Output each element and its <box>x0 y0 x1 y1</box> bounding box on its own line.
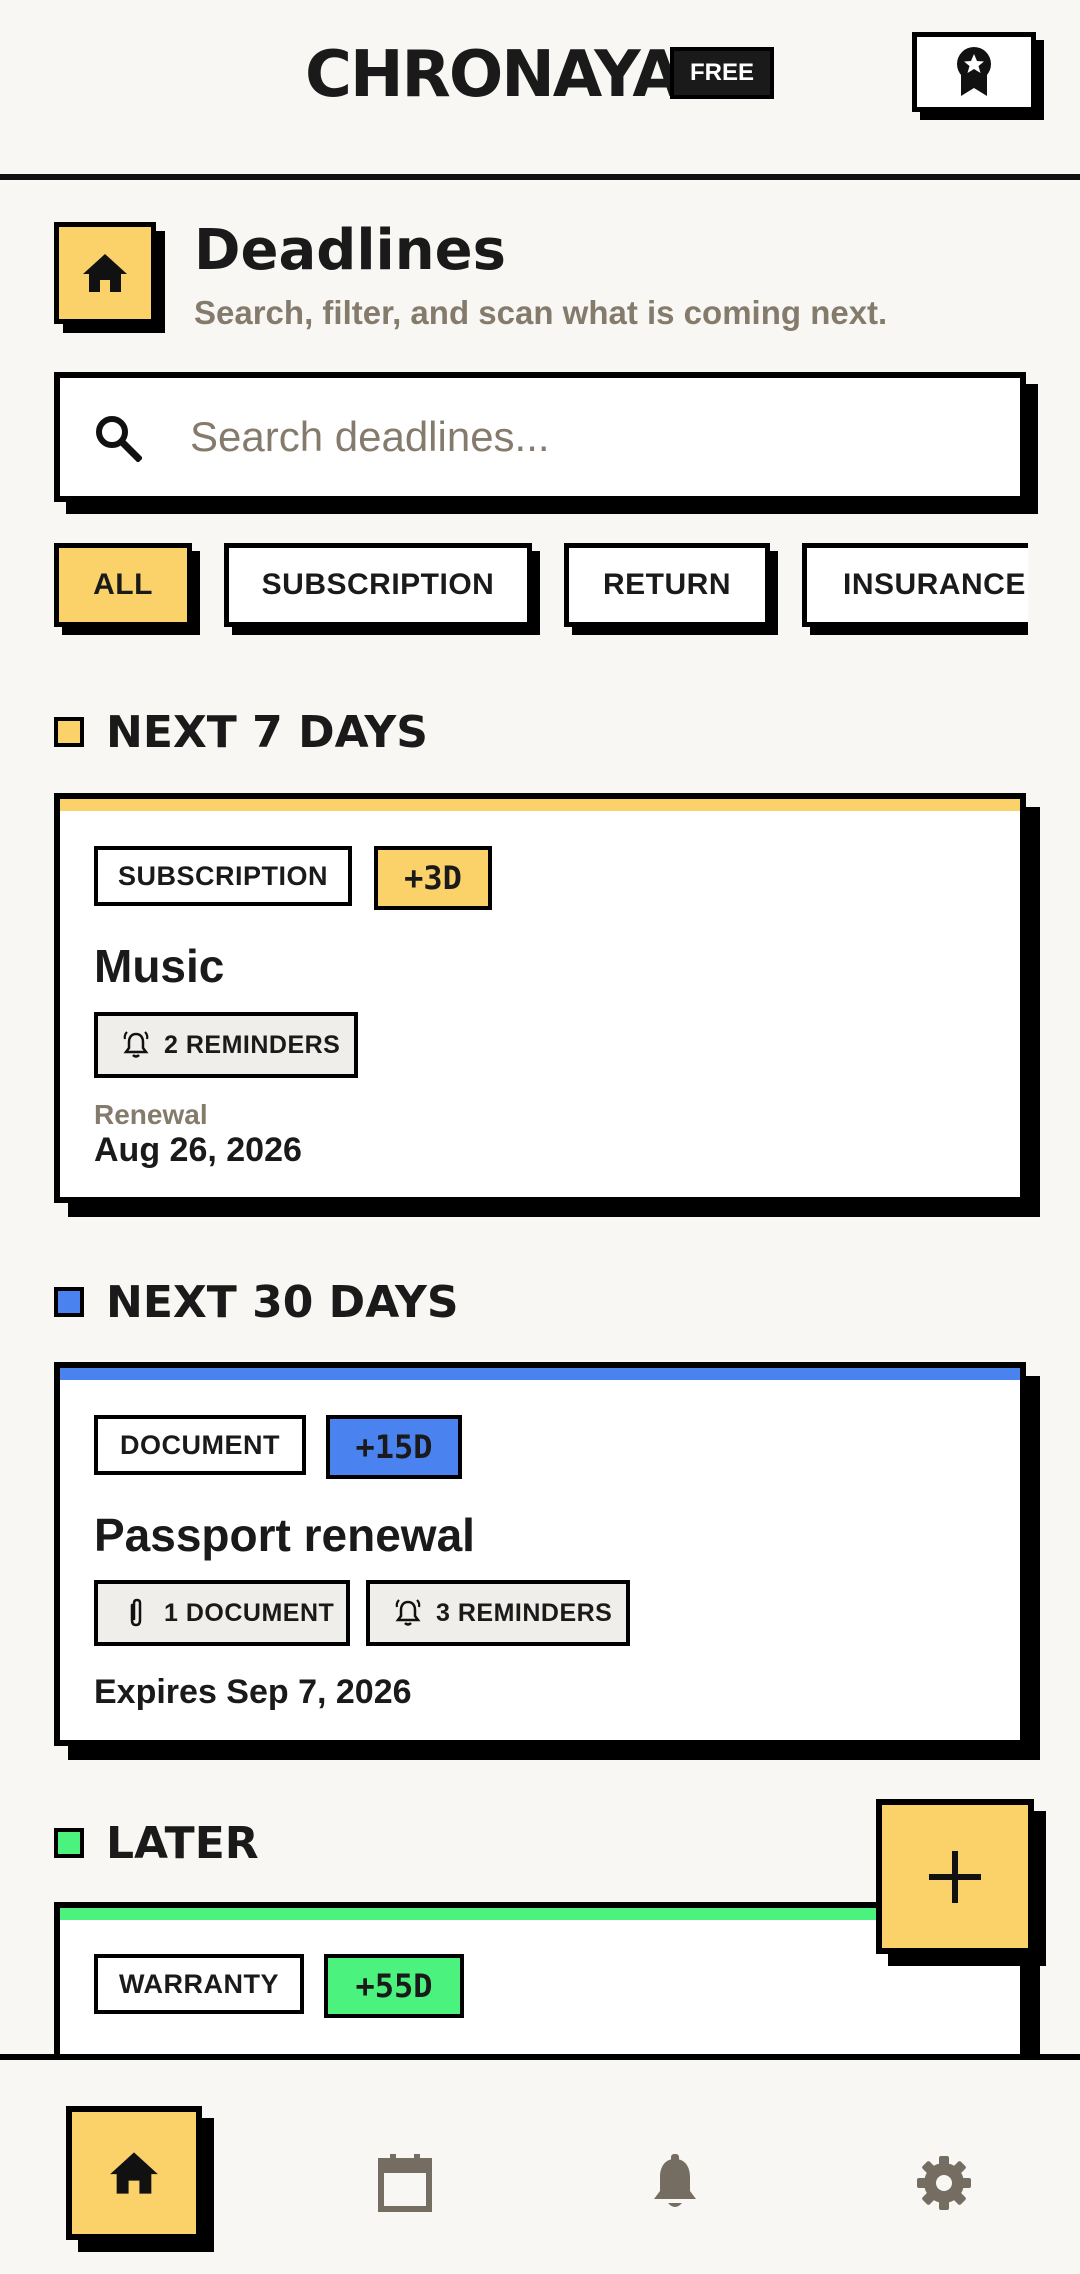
card-color-strip <box>60 1368 1020 1380</box>
calendar-icon <box>378 2154 432 2212</box>
filter-chip-subscription[interactable]: SUBSCRIPTION <box>224 543 532 627</box>
gear-icon <box>917 2156 971 2210</box>
nav-settings[interactable] <box>904 2143 984 2223</box>
search-bar[interactable]: Search deadlines... <box>54 372 1026 502</box>
bell-icon <box>654 2154 696 2207</box>
paperclip-icon <box>120 1597 152 1629</box>
documents-chip: 1 DOCUMENT <box>94 1580 350 1646</box>
category-tag: WARRANTY <box>94 1954 304 2014</box>
award-button[interactable] <box>912 32 1036 112</box>
nav-calendar[interactable] <box>365 2143 445 2223</box>
due-date: Aug 26, 2026 <box>94 1131 302 1169</box>
home-icon <box>110 2152 158 2194</box>
filter-chip-return[interactable]: RETURN <box>564 543 770 627</box>
bell-ring-icon <box>392 1597 424 1629</box>
expiry-date: Expires Sep 7, 2026 <box>94 1673 412 1711</box>
category-tag: SUBSCRIPTION <box>94 846 352 906</box>
section-header-next-7-days: NEXT 7 DAYS <box>54 706 428 758</box>
plus-icon <box>929 1850 981 1903</box>
reminders-text: 2 REMINDERS <box>164 1030 341 1059</box>
reminders-text: 3 REMINDERS <box>436 1598 613 1627</box>
documents-text: 1 DOCUMENT <box>164 1598 335 1627</box>
section-title: NEXT 30 DAYS <box>106 1276 459 1328</box>
search-icon <box>92 411 144 463</box>
reminders-chip: 2 REMINDERS <box>94 1012 358 1078</box>
add-deadline-button[interactable] <box>876 1799 1034 1954</box>
home-icon <box>83 254 127 292</box>
section-color-marker <box>54 1828 84 1858</box>
due-badge: +55D <box>324 1954 464 2018</box>
nav-notifications[interactable] <box>635 2143 715 2223</box>
card-title: Passport renewal <box>94 1509 475 1561</box>
filter-chip-insurance[interactable]: INSURANCE <box>802 543 1028 627</box>
card-color-strip <box>60 799 1020 811</box>
nav-home[interactable] <box>66 2106 202 2240</box>
card-title: Music <box>94 940 225 992</box>
page-subtitle: Search, filter, and scan what is coming … <box>194 294 888 331</box>
reminders-chip: 3 REMINDERS <box>366 1580 630 1646</box>
section-header-next-30-days: NEXT 30 DAYS <box>54 1276 459 1328</box>
section-color-marker <box>54 717 84 747</box>
category-tag: DOCUMENT <box>94 1415 306 1475</box>
filter-chips: ALL SUBSCRIPTION RETURN INSURANCE <box>0 543 1028 638</box>
app-header: CHRONAYA FREE <box>0 0 1080 180</box>
app-brand: CHRONAYA <box>305 38 682 112</box>
award-ribbon-icon <box>957 47 991 96</box>
section-title: NEXT 7 DAYS <box>106 706 428 758</box>
plan-badge: FREE <box>670 47 774 99</box>
search-input[interactable]: Search deadlines... <box>190 413 550 461</box>
deadline-card-passport[interactable]: DOCUMENT +15D Passport renewal 1 DOCUMEN… <box>54 1362 1026 1746</box>
due-badge: +15D <box>326 1415 462 1479</box>
page-home-badge <box>54 222 156 324</box>
section-header-later: LATER <box>54 1817 259 1869</box>
date-label: Renewal <box>94 1099 208 1130</box>
deadline-card-music[interactable]: SUBSCRIPTION +3D Music 2 REMINDERS Renew… <box>54 793 1026 1203</box>
due-badge: +3D <box>374 846 492 910</box>
section-color-marker <box>54 1287 84 1317</box>
bell-ring-icon <box>120 1029 152 1061</box>
page-title: Deadlines <box>194 218 506 283</box>
section-title: LATER <box>106 1817 259 1869</box>
filter-chip-all[interactable]: ALL <box>54 543 192 627</box>
bottom-navigation <box>0 2054 1080 2274</box>
